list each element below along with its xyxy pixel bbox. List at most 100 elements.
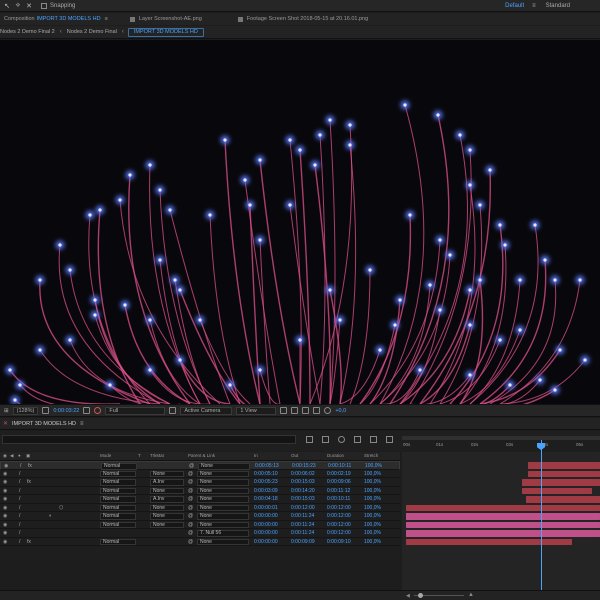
- anchor-tool-icon[interactable]: ⟡: [14, 2, 22, 10]
- mode-select[interactable]: Normal: [100, 513, 136, 520]
- column-out[interactable]: Out: [291, 453, 298, 458]
- switch-icon[interactable]: /: [19, 505, 20, 512]
- exposure-value[interactable]: +0,0: [335, 408, 346, 414]
- motion-blur-icon[interactable]: [370, 436, 377, 443]
- playhead[interactable]: [541, 440, 542, 600]
- parent-select[interactable]: None: [197, 538, 249, 545]
- workspace-menu-icon[interactable]: ≡: [532, 3, 536, 9]
- motion-blur-icon[interactable]: ◐: [49, 513, 52, 520]
- layer-bar[interactable]: [522, 479, 600, 486]
- breadcrumb-item-3[interactable]: IMPORT 3D MODELS HD: [127, 27, 204, 37]
- parent-select[interactable]: 7. Null 56: [197, 530, 249, 537]
- layer-bar[interactable]: [406, 513, 600, 520]
- draft-3d-icon[interactable]: [322, 436, 329, 443]
- layer-row[interactable]: ◉ / Normal A.Inv @ None 0:00:04:18 0:00:15:03 0:…: [0, 495, 400, 504]
- time-ruler[interactable]: 00s 01s 02s 03s 04s 05s: [402, 436, 600, 452]
- parent-select[interactable]: None: [197, 496, 249, 503]
- eye-icon[interactable]: ◉: [3, 496, 7, 503]
- 3d-layer-icon[interactable]: ⬡: [59, 505, 63, 512]
- pickwhip-icon[interactable]: @: [188, 496, 193, 503]
- layer-in[interactable]: 0:00:03:09: [254, 488, 278, 495]
- fx-icon[interactable]: fx: [27, 539, 31, 546]
- layer-row[interactable]: ◉ / @7. Null 56 0:00:00:00 0:00:11:24 0:00:12…: [0, 529, 400, 538]
- layer-bar[interactable]: [528, 462, 600, 469]
- layer-out[interactable]: 0:00:06:02: [291, 471, 315, 478]
- pickwhip-icon[interactable]: @: [188, 471, 193, 478]
- graph-editor-icon[interactable]: [386, 436, 393, 443]
- layer-row[interactable]: ◉ / fx Normal A.Inv @ None 0:00:05:23 0:00:15:03…: [0, 478, 400, 487]
- eye-icon[interactable]: ◉: [3, 488, 7, 495]
- tab-menu-icon[interactable]: ≡: [80, 421, 84, 427]
- flowchart-icon[interactable]: [313, 407, 321, 414]
- parent-select[interactable]: None: [197, 504, 249, 511]
- layer-in[interactable]: 0:00:04:18: [254, 496, 278, 503]
- layer-out[interactable]: 0:00:14:20: [291, 488, 315, 495]
- parent-select[interactable]: None: [197, 470, 249, 477]
- layer-search-input[interactable]: [2, 435, 296, 444]
- layer-duration[interactable]: 0:00:12:00: [327, 505, 351, 512]
- layer-stretch[interactable]: 100,0%: [364, 530, 381, 537]
- zoom-slider-thumb[interactable]: [418, 593, 423, 598]
- column-duration[interactable]: Duration: [327, 453, 344, 458]
- pickwhip-icon[interactable]: @: [188, 513, 193, 520]
- layer-out[interactable]: 0:00:12:00: [291, 505, 315, 512]
- layer-bar[interactable]: [526, 496, 600, 503]
- audio-icon[interactable]: ◀: [10, 453, 13, 459]
- comp-mini-flowchart-icon[interactable]: [306, 436, 313, 443]
- layer-in[interactable]: 0:00:00:01: [254, 505, 278, 512]
- layer-duration[interactable]: 0:00:10:11: [327, 496, 350, 503]
- eye-icon[interactable]: ◉: [3, 471, 7, 478]
- layer-row[interactable]: ◉ / Normal None @ None 0:00:00:00 0:00:11:24 0:0…: [0, 521, 400, 529]
- switch-icon[interactable]: /: [19, 496, 20, 503]
- transparency-grid-icon[interactable]: [169, 407, 177, 414]
- eye-icon[interactable]: ◉: [3, 505, 7, 512]
- layer-stretch[interactable]: 100,0%: [364, 505, 381, 512]
- trkmat-select[interactable]: None: [150, 487, 184, 494]
- work-area-bar[interactable]: [402, 436, 600, 440]
- layer-row[interactable]: ◉ / fx Normal @ None 0:00:05:13 0:00:15:23 0:00:…: [0, 461, 400, 470]
- pickwhip-icon[interactable]: @: [188, 505, 193, 512]
- fx-icon[interactable]: fx: [27, 479, 31, 486]
- layer-in[interactable]: 0:00:00:00: [254, 539, 278, 546]
- layer-out[interactable]: 0:00:15:03: [291, 479, 315, 486]
- layer-row[interactable]: ◉ / fx Normal @ None 0:00:00:00 0:00:09:09 0:00:…: [0, 538, 400, 546]
- layer-bar[interactable]: [528, 470, 600, 477]
- region-icon[interactable]: [42, 407, 50, 414]
- pickwhip-icon[interactable]: @: [188, 539, 193, 546]
- mode-select[interactable]: Normal: [100, 538, 136, 545]
- close-icon[interactable]: ✕: [3, 420, 8, 427]
- eye-icon[interactable]: ◉: [3, 522, 7, 529]
- layer-bar[interactable]: [406, 538, 572, 545]
- tab-menu-icon[interactable]: ≡: [105, 16, 108, 22]
- eye-icon[interactable]: ◉: [3, 539, 7, 546]
- layer-out[interactable]: 0:00:11:24: [291, 513, 314, 520]
- layer-in[interactable]: 0:00:05:23: [254, 479, 278, 486]
- breadcrumb-item-2[interactable]: Nodes 2 Demo Final: [62, 26, 122, 39]
- pickwhip-icon[interactable]: @: [188, 479, 193, 486]
- layer-stretch[interactable]: 100,0%: [364, 522, 381, 529]
- layer-stretch[interactable]: 100,0%: [364, 471, 381, 478]
- trkmat-select[interactable]: None: [150, 504, 184, 511]
- zoom-in-icon[interactable]: ▲: [468, 592, 474, 598]
- layer-duration[interactable]: 0:00:09:06: [327, 479, 351, 486]
- layer-stretch[interactable]: 100,0%: [364, 539, 381, 546]
- layer-duration[interactable]: 0:00:02:19: [327, 471, 351, 478]
- pickwhip-icon[interactable]: @: [188, 530, 193, 537]
- layer-in[interactable]: 0:00:05:10: [254, 471, 278, 478]
- parent-select[interactable]: None: [197, 521, 249, 528]
- tab-footage[interactable]: Footage Screen Shot 2018-05-15 at 20.16.…: [234, 13, 372, 25]
- mode-select[interactable]: Normal: [100, 487, 136, 494]
- solo-icon[interactable]: ●: [18, 453, 21, 458]
- column-t[interactable]: T: [138, 453, 141, 458]
- layer-row[interactable]: ◉ / Normal None @ None 0:00:03:09 0:00:14:20 0:0…: [0, 487, 400, 495]
- timeline-icon[interactable]: [302, 407, 310, 414]
- switch-icon[interactable]: /: [19, 479, 20, 486]
- column-stretch[interactable]: Stretch: [364, 453, 378, 458]
- layer-out[interactable]: 0:00:11:24: [291, 530, 314, 537]
- layer-row[interactable]: ◉ / ⬡ Normal None @ None 0:00:00:01 0:00:12:00 0:…: [0, 504, 400, 512]
- trkmat-select[interactable]: A.Inv: [150, 496, 184, 503]
- column-in[interactable]: In: [254, 453, 258, 458]
- tab-layer[interactable]: Layer Screenshot-AE.png: [126, 13, 206, 25]
- breadcrumb-item-1[interactable]: Nodes 2 Demo Final 2: [0, 26, 60, 39]
- frame-blending-icon[interactable]: [354, 436, 361, 443]
